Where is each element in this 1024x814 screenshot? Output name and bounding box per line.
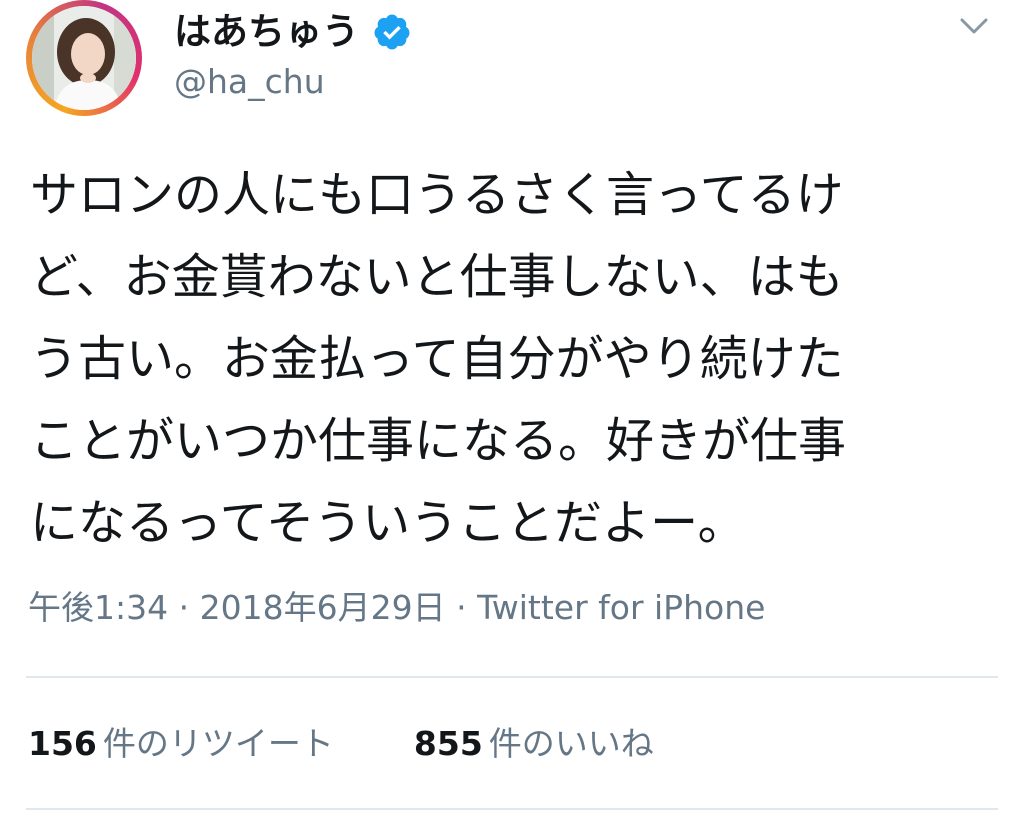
tweet-text-line: サロンの人にも口うるさく言ってるけ [30,167,844,223]
likes-label: 件のいいね [488,724,654,763]
tweet-text: サロンの人にも口うるさく言ってるけ ど、お金貰わないと仕事しない、はも う古い。… [30,154,996,564]
tweet-header: はあちゅう @ha_chu [0,0,1024,120]
tweet-source[interactable]: Twitter for iPhone [477,588,765,627]
retweets-count: 156 [28,724,97,763]
divider [26,808,998,810]
verified-badge-icon [374,14,410,50]
likes-count-link[interactable]: 855 件のいいね [414,718,654,770]
retweets-count-link[interactable]: 156 件のリツイート [28,718,334,770]
user-handle[interactable]: @ha_chu [174,60,325,104]
divider [26,676,998,678]
tweet-meta: 午後1:34 · 2018年6月29日 · Twitter for iPhone [28,584,765,632]
engagement-stats: 156 件のリツイート 855 件のいいね [28,718,654,770]
meta-separator: · [168,588,200,627]
retweets-label: 件のリツイート [102,724,334,763]
display-name[interactable]: はあちゅう [174,4,359,60]
chevron-down-icon[interactable] [956,12,992,40]
tweet-text-line: ことがいつか仕事になる。好きが仕事 [30,413,847,469]
likes-count: 855 [413,724,483,763]
tweet-time[interactable]: 午後1:34 [28,588,168,627]
tweet-date[interactable]: 2018年6月29日 [200,588,446,627]
avatar[interactable] [32,6,136,110]
meta-separator: · [445,588,478,627]
avatar-story-ring[interactable] [26,0,142,116]
tweet-text-line: う古い。お金払って自分がやり続けた [30,331,844,387]
avatar-photo [32,6,136,110]
tweet-text-line: になるってそういうことだよー。 [30,495,746,551]
tweet-text-line: ど、お金貰わないと仕事しない、はも [30,249,844,305]
